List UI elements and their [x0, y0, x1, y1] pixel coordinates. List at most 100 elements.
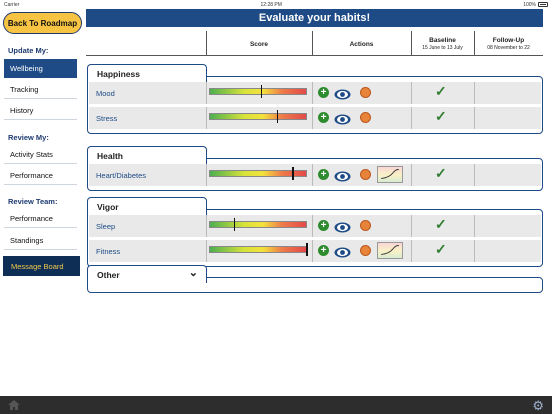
column-separator	[312, 164, 313, 186]
column-separator	[312, 240, 313, 262]
book-icon[interactable]	[360, 112, 371, 123]
sidebar-item-activity-stats[interactable]: Activity Stats	[4, 145, 77, 164]
plus-icon[interactable]: +	[318, 169, 329, 180]
score-marker	[260, 85, 263, 98]
habit-name[interactable]: Mood	[96, 82, 115, 104]
score-bar	[209, 221, 307, 228]
baseline-date-range: 15 June to 13 July	[422, 45, 463, 51]
habit-name[interactable]: Fitness	[96, 240, 120, 262]
column-separator	[206, 240, 207, 262]
column-separator	[206, 164, 207, 186]
column-separator	[474, 107, 475, 129]
eye-icon[interactable]	[334, 169, 351, 187]
baseline-check-icon: ✓	[435, 83, 447, 99]
clock: 12:28 PM	[260, 1, 282, 8]
score-bar	[209, 246, 307, 253]
column-separator	[474, 164, 475, 186]
carrier-label: Carrier	[4, 1, 20, 8]
book-icon[interactable]	[360, 87, 371, 98]
baseline-check-icon: ✓	[435, 165, 447, 181]
habit-row: Stress + ✓	[89, 107, 541, 129]
habit-row: Mood + ✓	[89, 82, 541, 104]
column-separator	[411, 164, 412, 186]
message-board-button[interactable]: Message Board	[3, 256, 80, 276]
column-separator	[411, 107, 412, 129]
score-bar	[209, 88, 307, 95]
group-title: Vigor	[97, 201, 119, 212]
baseline-column-header: Baseline 15 June to 13 July	[411, 31, 474, 57]
column-separator	[312, 215, 313, 237]
status-bar: Carrier 12:28 PM 100%	[0, 0, 552, 9]
actions-column-header: Actions	[312, 31, 411, 57]
eye-icon[interactable]	[334, 220, 351, 238]
sidebar-item-team-performance[interactable]: Performance	[4, 209, 77, 228]
sidebar-item-standings[interactable]: Standings	[4, 231, 77, 250]
plus-icon[interactable]: +	[318, 87, 329, 98]
baseline-check-icon: ✓	[435, 216, 447, 232]
book-icon[interactable]	[360, 220, 371, 231]
score-column-header: Score	[206, 31, 312, 57]
sidebar-item-history[interactable]: History	[4, 101, 77, 120]
score-marker	[276, 110, 279, 123]
back-to-roadmap-button[interactable]: Back To Roadmap	[3, 12, 82, 34]
score-marker	[233, 218, 235, 231]
habit-name[interactable]: Stress	[96, 107, 117, 129]
habit-row: Fitness + ✓	[89, 240, 541, 262]
trend-chart-icon[interactable]	[377, 242, 403, 259]
book-icon[interactable]	[360, 169, 371, 180]
eye-icon[interactable]	[334, 245, 351, 263]
column-separator	[312, 82, 313, 104]
habit-name[interactable]: Sleep	[96, 215, 115, 237]
group-title: Other	[97, 269, 120, 280]
battery-percent: 100%	[523, 1, 536, 8]
actions-header-label: Actions	[349, 40, 374, 48]
sidebar-item-tracking[interactable]: Tracking	[4, 80, 77, 99]
eye-icon[interactable]	[334, 112, 351, 130]
plus-icon[interactable]: +	[318, 112, 329, 123]
baseline-check-icon: ✓	[435, 108, 447, 124]
plus-icon[interactable]: +	[318, 245, 329, 256]
column-separator	[312, 107, 313, 129]
gear-icon[interactable]: ⚙	[532, 398, 544, 414]
battery-icon	[537, 2, 548, 7]
page-title: Evaluate your habits!	[86, 9, 543, 27]
plus-icon[interactable]: +	[318, 220, 329, 231]
review-section-heading: Review My:	[8, 133, 49, 142]
group-header: Health	[87, 146, 207, 164]
followup-header-label: Follow-Up	[492, 37, 525, 44]
sidebar-item-performance[interactable]: Performance	[4, 166, 77, 185]
battery: 100%	[523, 2, 548, 8]
sidebar: Back To Roadmap Update My: Wellbeing Tra…	[0, 9, 84, 396]
column-separator	[411, 240, 412, 262]
sidebar-item-wellbeing[interactable]: Wellbeing	[4, 59, 77, 78]
eye-icon[interactable]	[334, 87, 351, 105]
column-separator	[411, 215, 412, 237]
column-separator	[474, 215, 475, 237]
baseline-check-icon: ✓	[435, 241, 447, 257]
update-section-heading: Update My:	[8, 46, 49, 55]
followup-date-range: 08 November to 22	[487, 45, 530, 51]
score-bar	[209, 113, 307, 120]
main-panel: Evaluate your habits! Score Actions Base…	[86, 9, 543, 396]
group-title: Health	[97, 150, 123, 161]
home-icon[interactable]	[8, 400, 20, 410]
group-header: Happiness	[87, 64, 207, 82]
score-header-label: Score	[249, 40, 269, 48]
bottom-toolbar: ⚙	[0, 396, 552, 414]
followup-column-header: Follow-Up 08 November to 22	[474, 31, 543, 57]
column-separator	[206, 107, 207, 129]
trend-chart-icon[interactable]	[377, 166, 403, 183]
habit-row: Sleep + ✓	[89, 215, 541, 237]
group-title: Happiness	[97, 68, 140, 79]
group-header: Vigor	[87, 197, 207, 215]
habit-row: Heart/Diabetes + ✓	[89, 164, 541, 186]
group-header[interactable]: Other ⌄	[87, 265, 207, 283]
score-marker	[306, 243, 308, 256]
habit-name[interactable]: Heart/Diabetes	[96, 164, 146, 186]
column-separator	[206, 215, 207, 237]
chevron-down-icon[interactable]: ⌄	[189, 266, 198, 279]
score-marker	[292, 167, 294, 180]
book-icon[interactable]	[360, 245, 371, 256]
column-separator	[474, 240, 475, 262]
team-section-heading: Review Team:	[8, 197, 58, 206]
